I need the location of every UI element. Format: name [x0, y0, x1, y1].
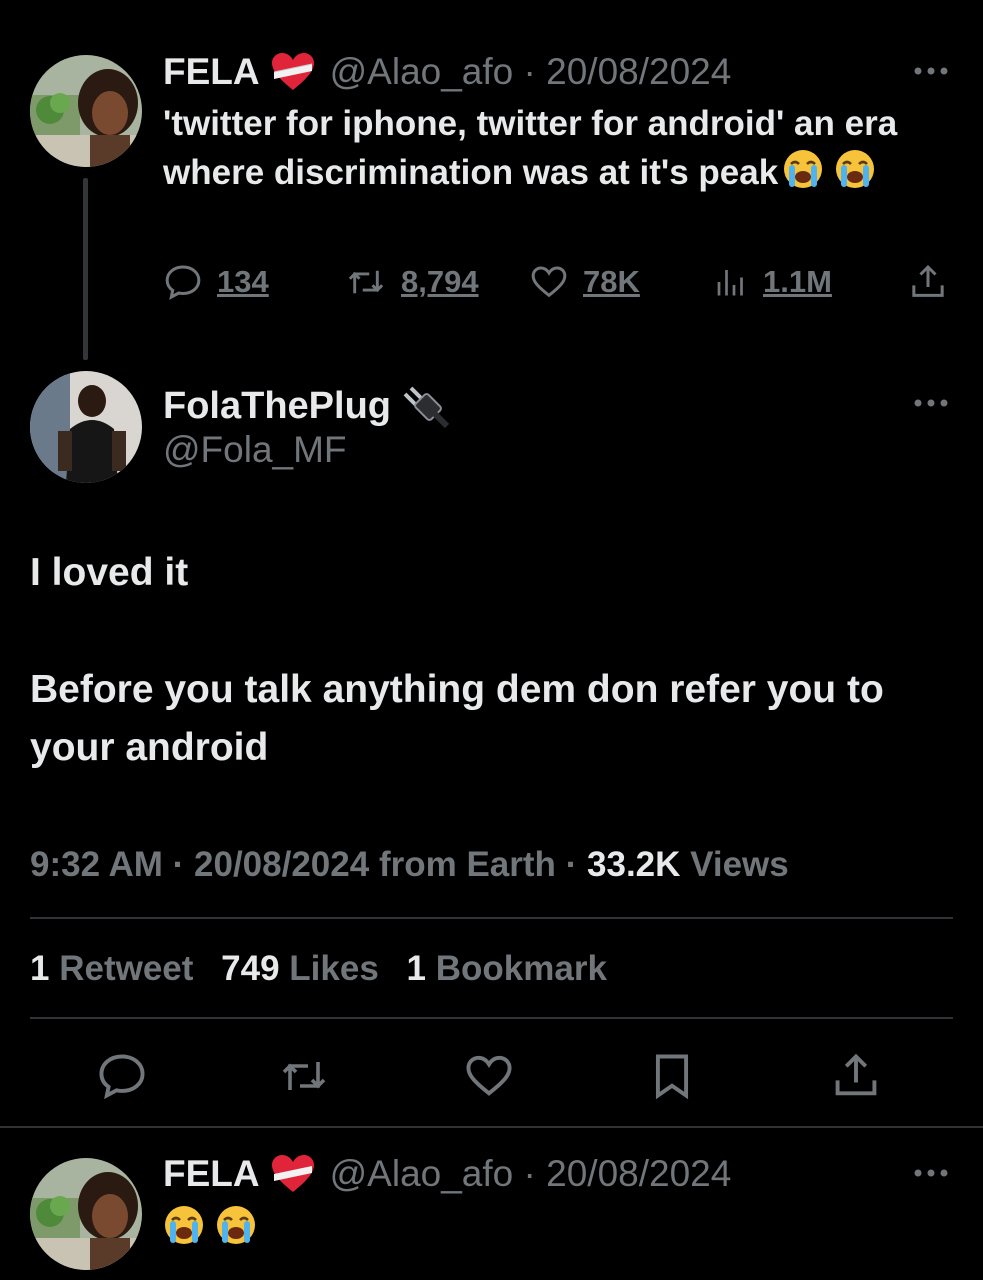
quoted-tweet-actions: 134 8,794 78K 1.1M [163, 262, 963, 310]
tweet-thread-screen: FELA @Alao_afo · 20/08/2024 'twitter for… [0, 0, 983, 1280]
reply-icon [165, 265, 201, 300]
thread-connector-line [83, 178, 88, 360]
divider [30, 1017, 953, 1019]
main-tweet-line1: I loved it [30, 551, 189, 594]
share-icon [835, 1053, 877, 1096]
tweet-source: from Earth [378, 845, 556, 884]
fela-avatar[interactable] [30, 1158, 142, 1270]
electric-plug-icon [401, 380, 453, 432]
retweet-count: 8,794 [401, 264, 479, 299]
likes-stat-count[interactable]: 749 [221, 949, 279, 988]
tweet-time[interactable]: 9:32 AM [30, 845, 163, 884]
like-button[interactable] [463, 1050, 515, 1102]
divider [30, 917, 953, 919]
views-label: Views [690, 845, 789, 884]
retweet-icon [282, 1062, 326, 1090]
quoted-tweet-header: FELA @Alao_afo · 20/08/2024 [163, 50, 731, 94]
retweet-stat-count[interactable]: 1 [30, 949, 49, 988]
bookmark-stat-label[interactable]: Bookmark [436, 949, 607, 988]
fela-avatar[interactable] [30, 55, 142, 167]
likes-stat-label[interactable]: Likes [289, 949, 379, 988]
main-tweet-line2: Before you talk anything dem don refer y… [30, 668, 884, 769]
divider [0, 1126, 983, 1128]
more-options-icon[interactable] [913, 1168, 949, 1178]
dot-separator: · [162, 845, 195, 884]
quoted-author-name[interactable]: FELA [163, 50, 260, 94]
share-icon [912, 264, 944, 297]
reply-button[interactable]: 134 [163, 262, 269, 302]
dot-separator: · [513, 51, 547, 92]
reply-count: 134 [217, 264, 269, 299]
dot-separator: · [513, 1153, 547, 1194]
folatheplug-avatar[interactable] [30, 371, 142, 483]
tweet-date[interactable]: 20/08/2024 [194, 845, 369, 884]
reply-button[interactable] [96, 1050, 148, 1102]
like-count: 78K [583, 264, 640, 299]
bookmark-stat-count[interactable]: 1 [407, 949, 426, 988]
retweet-stat-label[interactable]: Retweet [59, 949, 193, 988]
reply-author-handle[interactable]: @Alao_afo [330, 1152, 514, 1196]
reply-tweet-date: 20/08/2024 [546, 1153, 732, 1194]
reply-tweet-header: FELA @Alao_afo · 20/08/2024 [163, 1152, 731, 1196]
more-options-icon[interactable] [913, 398, 949, 408]
reply-tweet-text [163, 1204, 257, 1246]
views-count: 1.1M [763, 264, 832, 299]
retweet-icon [348, 270, 384, 294]
quoted-author-handle[interactable]: @Alao_afo [330, 50, 514, 94]
views-button[interactable]: 1.1M [713, 262, 832, 302]
retweet-button[interactable]: 8,794 [345, 262, 479, 302]
views-bar-chart-icon [717, 270, 743, 296]
loudly-crying-face-icon [163, 1204, 205, 1246]
views-count: 33.2K [587, 845, 681, 884]
heart-with-ribbon-icon [270, 52, 316, 92]
main-author-name-row: FolaThePlug [163, 380, 453, 432]
heart-icon [466, 1055, 512, 1096]
quoted-tweet-text: 'twitter for iphone, twitter for android… [163, 99, 963, 197]
share-button[interactable] [908, 262, 948, 302]
share-button[interactable] [830, 1050, 882, 1102]
more-options-icon[interactable] [913, 66, 949, 76]
loudly-crying-face-icon [834, 148, 876, 190]
bookmark-icon [655, 1054, 689, 1100]
reply-icon [99, 1054, 145, 1100]
tweet-meta-line: 9:32 AM · 20/08/2024 from Earth · 33.2K … [30, 842, 789, 888]
loudly-crying-face-icon [782, 148, 824, 190]
dot-separator: · [555, 845, 588, 884]
engagement-stats: 1 Retweet 749 Likes 1 Bookmark [30, 946, 625, 992]
main-author-handle[interactable]: @Fola_MF [163, 428, 347, 472]
loudly-crying-face-icon [215, 1204, 257, 1246]
main-author-name[interactable]: FolaThePlug [163, 383, 391, 429]
bookmark-button[interactable] [646, 1050, 698, 1102]
heart-icon [531, 266, 567, 298]
quoted-tweet-date: 20/08/2024 [546, 51, 732, 92]
heart-with-ribbon-icon [270, 1154, 316, 1194]
retweet-button[interactable] [278, 1050, 330, 1102]
like-button[interactable]: 78K [529, 262, 640, 302]
reply-author-name[interactable]: FELA [163, 1152, 260, 1196]
